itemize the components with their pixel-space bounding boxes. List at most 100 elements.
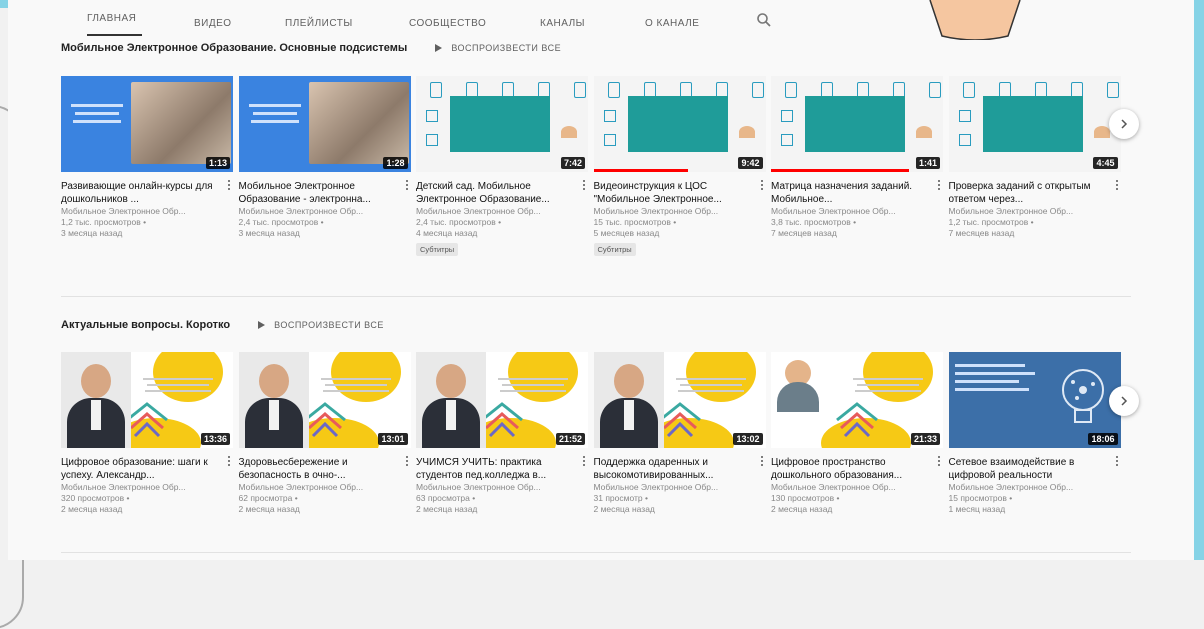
video-title[interactable]: Видеоинструкция к ЦОС "Мобильное Электро…	[594, 180, 750, 206]
video-card[interactable]: 1:13 Развивающие онлайн-курсы для дошколь…	[61, 76, 233, 256]
section-title[interactable]: Мобильное Электронное Образование. Основ…	[61, 42, 407, 54]
duration-badge: 13:02	[733, 433, 763, 445]
more-options-icon[interactable]	[937, 456, 941, 468]
chevron-right-icon	[1121, 396, 1128, 406]
channel-name[interactable]: Мобильное Электронное Обр...	[594, 206, 766, 217]
video-card[interactable]: 1:41 Матрица назначения заданий. Мобильно…	[771, 76, 943, 256]
video-title[interactable]: Проверка заданий с открытым ответом чере…	[949, 180, 1105, 206]
video-card[interactable]: 18:06 Сетевое взаимодействие в цифровой р…	[948, 352, 1121, 515]
more-options-icon[interactable]	[1115, 180, 1119, 192]
play-all-button[interactable]: ВОСПРОИЗВЕСТИ ВСЕ	[258, 320, 384, 330]
channel-name[interactable]: Мобильное Электронное Обр...	[239, 482, 411, 493]
video-card[interactable]: 7:42 Детский сад. Мобильное Электронное О…	[416, 76, 588, 256]
duration-badge: 4:45	[1093, 157, 1118, 169]
more-options-icon[interactable]	[405, 180, 409, 192]
video-title[interactable]: Цифровое образование: шаги к успеху. Але…	[61, 456, 217, 482]
tab-home[interactable]: ГЛАВНАЯ	[87, 13, 136, 24]
more-options-icon[interactable]	[405, 456, 409, 468]
duration-badge: 13:36	[200, 433, 230, 445]
subtitles-badge: Субтитры	[593, 243, 636, 256]
more-options-icon[interactable]	[227, 180, 231, 192]
tab-about[interactable]: О КАНАЛЕ	[645, 18, 699, 29]
upload-age: 2 месяца назад	[238, 504, 300, 514]
channel-name[interactable]: Мобильное Электронное Обр...	[771, 206, 943, 217]
watch-progress-bar	[771, 169, 909, 172]
more-options-icon[interactable]	[582, 456, 586, 468]
video-title[interactable]: Сетевое взаимодействие в цифровой реальн…	[949, 456, 1105, 482]
channel-name[interactable]: Мобильное Электронное Обр...	[594, 482, 766, 493]
video-card[interactable]: 21:33 Цифровое пространство дошкольного о…	[771, 352, 943, 515]
video-thumbnail[interactable]: 1:13	[61, 76, 233, 172]
video-thumbnail[interactable]: 13:02	[593, 352, 766, 448]
more-options-icon[interactable]	[937, 180, 941, 192]
video-thumbnail[interactable]: 21:52	[416, 352, 588, 448]
section-title[interactable]: Актуальные вопросы. Коротко	[61, 319, 230, 331]
tab-videos[interactable]: ВИДЕО	[194, 18, 232, 29]
chevron-right-icon	[1121, 119, 1128, 129]
shelf-next-button[interactable]	[1109, 109, 1139, 139]
channel-name[interactable]: Мобильное Электронное Обр...	[239, 206, 411, 217]
upload-age: 4 месяца назад	[416, 228, 478, 238]
tab-channels[interactable]: КАНАЛЫ	[540, 18, 585, 29]
video-thumbnail[interactable]: 9:42	[593, 76, 766, 172]
channel-name[interactable]: Мобильное Электронное Обр...	[949, 482, 1121, 493]
section-divider	[61, 296, 1131, 297]
duration-badge: 1:13	[205, 157, 230, 169]
play-all-button[interactable]: ВОСПРОИЗВЕСТИ ВСЕ	[435, 43, 561, 53]
video-thumbnail[interactable]: 21:33	[771, 352, 943, 448]
section-topical-questions: Актуальные вопросы. Коротко ВОСПРОИЗВЕСТ…	[61, 315, 1131, 335]
play-icon	[258, 321, 266, 329]
view-count: 2,4 тыс. просмотров	[238, 217, 319, 227]
channel-name[interactable]: Мобильное Электронное Обр...	[61, 206, 233, 217]
search-icon[interactable]	[756, 12, 772, 28]
view-count: 15 тыс. просмотров	[593, 217, 671, 227]
more-options-icon[interactable]	[1115, 456, 1119, 468]
video-title[interactable]: Развивающие онлайн-курсы для дошкольнико…	[61, 180, 217, 206]
view-count: 1,2 тыс. просмотров	[61, 217, 141, 227]
video-thumbnail[interactable]: 18:06	[948, 352, 1121, 448]
tab-community[interactable]: СООБЩЕСТВО	[409, 18, 486, 29]
view-count: 320 просмотров	[61, 493, 125, 503]
more-options-icon[interactable]	[760, 180, 764, 192]
video-card[interactable]: 13:36 Цифровое образование: шаги к успеху…	[61, 352, 233, 515]
play-all-label: ВОСПРОИЗВЕСТИ ВСЕ	[451, 43, 562, 53]
video-title[interactable]: Матрица назначения заданий. Мобильное...	[771, 180, 927, 206]
upload-age: 3 месяца назад	[61, 228, 123, 238]
video-title[interactable]: Цифровое пространство дошкольного образо…	[771, 456, 927, 482]
upload-age: 5 месяцев назад	[593, 228, 660, 238]
more-options-icon[interactable]	[760, 456, 764, 468]
video-title[interactable]: Мобильное Электронное Образование - элек…	[239, 180, 395, 206]
channel-name[interactable]: Мобильное Электронное Обр...	[416, 206, 588, 217]
upload-age: 7 месяцев назад	[771, 228, 837, 238]
video-card[interactable]: 1:28 Мобильное Электронное Образование - …	[238, 76, 411, 256]
more-options-icon[interactable]	[582, 180, 586, 192]
tab-playlists[interactable]: ПЛЕЙЛИСТЫ	[285, 18, 353, 29]
video-thumbnail[interactable]: 1:41	[771, 76, 943, 172]
video-title[interactable]: Детский сад. Мобильное Электронное Образ…	[416, 180, 572, 206]
video-card[interactable]: 4:45 Проверка заданий с открытым ответом …	[948, 76, 1121, 256]
video-thumbnail[interactable]: 13:36	[61, 352, 233, 448]
view-count: 15 просмотров	[948, 493, 1007, 503]
view-count: 62 просмотра	[238, 493, 293, 503]
video-thumbnail[interactable]: 7:42	[416, 76, 588, 172]
upload-age: 2 месяца назад	[416, 504, 478, 514]
video-card[interactable]: 21:52 УЧИМСЯ УЧИТЬ: практика студентов пе…	[416, 352, 588, 515]
video-thumbnail[interactable]: 1:28	[238, 76, 411, 172]
shelf-next-button[interactable]	[1109, 386, 1139, 416]
duration-badge: 13:01	[378, 433, 408, 445]
channel-name[interactable]: Мобильное Электронное Обр...	[771, 482, 943, 493]
video-title[interactable]: Здоровьесбережение и безопасность в очно…	[239, 456, 395, 482]
channel-name[interactable]: Мобильное Электронное Обр...	[416, 482, 588, 493]
channel-name[interactable]: Мобильное Электронное Обр...	[949, 206, 1121, 217]
upload-age: 2 месяца назад	[61, 504, 123, 514]
video-title[interactable]: УЧИМСЯ УЧИТЬ: практика студентов пед.кол…	[416, 456, 572, 482]
video-shelf-1: 1:13 Развивающие онлайн-курсы для дошколь…	[61, 76, 1126, 256]
video-thumbnail[interactable]: 13:01	[238, 352, 411, 448]
video-title[interactable]: Поддержка одаренных и высокомотивированн…	[594, 456, 750, 482]
channel-name[interactable]: Мобильное Электронное Обр...	[61, 482, 233, 493]
video-card[interactable]: 9:42 Видеоинструкция к ЦОС "Мобильное Эле…	[593, 76, 766, 256]
video-card[interactable]: 13:01 Здоровьесбережение и безопасность в…	[238, 352, 411, 515]
more-options-icon[interactable]	[227, 456, 231, 468]
video-thumbnail[interactable]: 4:45	[948, 76, 1121, 172]
video-card[interactable]: 13:02 Поддержка одаренных и высокомотивир…	[593, 352, 766, 515]
